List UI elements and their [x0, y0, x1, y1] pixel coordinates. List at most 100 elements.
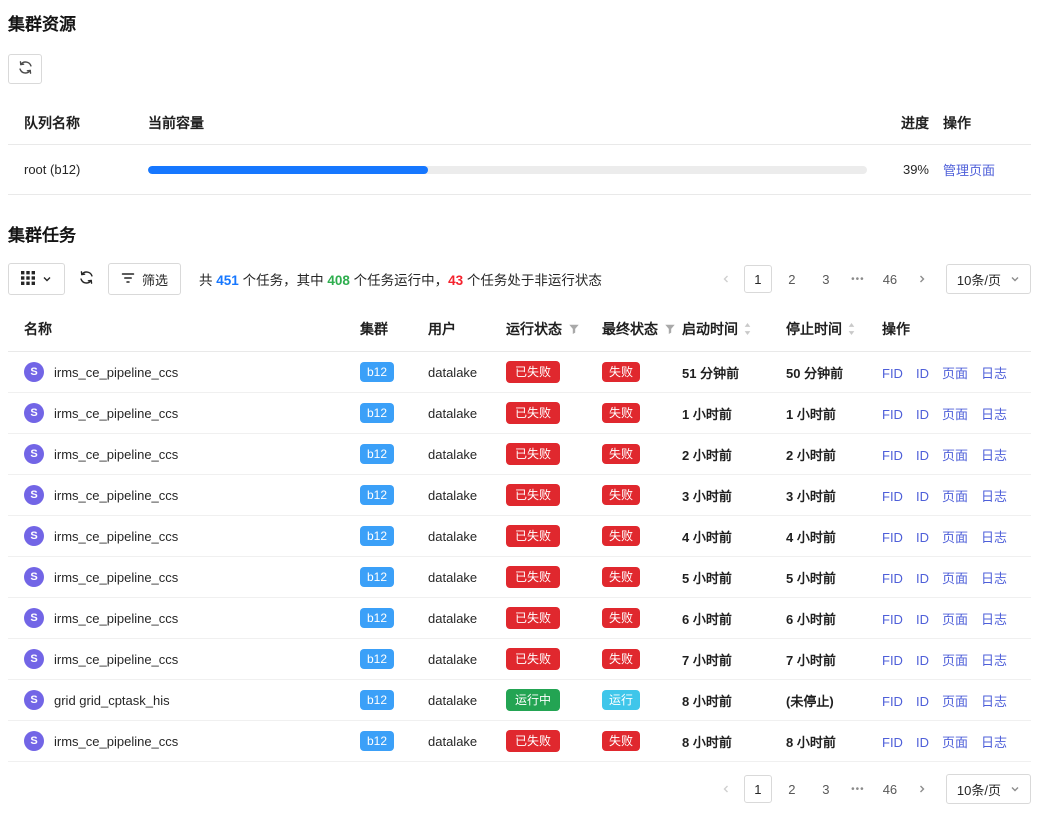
column-header-user: 用户 — [416, 307, 494, 352]
avatar: S — [24, 690, 44, 710]
user-label: datalake — [416, 598, 494, 639]
log-link[interactable]: 日志 — [981, 489, 1007, 504]
task-name: irms_ce_pipeline_ccs — [54, 652, 178, 667]
page-link[interactable]: 页面 — [942, 612, 968, 627]
user-label: datalake — [416, 557, 494, 598]
fid-link[interactable]: FID — [882, 694, 903, 709]
pagination-top: 1 2 3 ••• 46 10条/页 — [714, 264, 1031, 294]
page-link[interactable]: 页面 — [942, 448, 968, 463]
log-link[interactable]: 日志 — [981, 366, 1007, 381]
avatar: S — [24, 608, 44, 628]
page-link[interactable]: 页面 — [942, 530, 968, 545]
avatar: S — [24, 567, 44, 587]
log-link[interactable]: 日志 — [981, 571, 1007, 586]
task-name: irms_ce_pipeline_ccs — [54, 365, 178, 380]
final-status-badge: 失败 — [602, 485, 640, 505]
table-row: Sirms_ce_pipeline_ccs b12 datalake 已失败 失… — [8, 393, 1031, 434]
fid-link[interactable]: FID — [882, 571, 903, 586]
task-name: irms_ce_pipeline_ccs — [54, 447, 178, 462]
pagination-page-1[interactable]: 1 — [744, 775, 772, 803]
pagination-prev-button[interactable] — [714, 776, 738, 802]
final-status-filter-icon[interactable] — [664, 322, 676, 338]
pagination-page-3[interactable]: 3 — [812, 775, 840, 803]
fid-link[interactable]: FID — [882, 653, 903, 668]
filter-lines-icon — [121, 271, 135, 288]
chevron-down-icon — [1010, 784, 1020, 794]
log-link[interactable]: 日志 — [981, 530, 1007, 545]
start-time-sort-icon[interactable] — [743, 323, 752, 339]
cluster-badge: b12 — [360, 526, 394, 546]
summary-text: 共 — [199, 273, 216, 288]
progress-bar — [148, 166, 867, 174]
id-link[interactable]: ID — [916, 653, 929, 668]
manage-page-link[interactable]: 管理页面 — [943, 163, 995, 178]
bottom-pagination-bar: 1 2 3 ••• 46 10条/页 — [8, 774, 1031, 804]
fid-link[interactable]: FID — [882, 735, 903, 750]
page-link[interactable]: 页面 — [942, 653, 968, 668]
id-link[interactable]: ID — [916, 448, 929, 463]
fid-link[interactable]: FID — [882, 448, 903, 463]
run-status-badge: 已失败 — [506, 648, 560, 670]
pagination-page-46[interactable]: 46 — [876, 775, 904, 803]
table-row: Sirms_ce_pipeline_ccs b12 datalake 已失败 失… — [8, 434, 1031, 475]
pagination-next-button[interactable] — [910, 266, 934, 292]
id-link[interactable]: ID — [916, 530, 929, 545]
start-time: 3 小时前 — [670, 475, 774, 516]
chevron-right-icon — [917, 784, 927, 794]
pagination-ellipsis[interactable]: ••• — [846, 784, 870, 795]
pagination-page-1[interactable]: 1 — [744, 265, 772, 293]
column-header-name: 名称 — [8, 307, 348, 352]
pagination-page-46[interactable]: 46 — [876, 265, 904, 293]
log-link[interactable]: 日志 — [981, 448, 1007, 463]
fid-link[interactable]: FID — [882, 530, 903, 545]
page-size-label: 10条/页 — [957, 270, 1001, 289]
queue-name: root (b12) — [8, 145, 148, 195]
cluster-badge: b12 — [360, 485, 394, 505]
id-link[interactable]: ID — [916, 489, 929, 504]
pagination-ellipsis[interactable]: ••• — [846, 274, 870, 285]
id-link[interactable]: ID — [916, 571, 929, 586]
stop-time-sort-icon[interactable] — [847, 323, 856, 339]
page-link[interactable]: 页面 — [942, 366, 968, 381]
id-link[interactable]: ID — [916, 612, 929, 627]
pagination-page-3[interactable]: 3 — [812, 265, 840, 293]
id-link[interactable]: ID — [916, 694, 929, 709]
page-link[interactable]: 页面 — [942, 407, 968, 422]
column-header-stop-time: 停止时间 — [774, 307, 870, 352]
id-link[interactable]: ID — [916, 407, 929, 422]
page-link[interactable]: 页面 — [942, 694, 968, 709]
pagination-page-2[interactable]: 2 — [778, 775, 806, 803]
log-link[interactable]: 日志 — [981, 612, 1007, 627]
filter-button[interactable]: 筛选 — [108, 263, 181, 295]
log-link[interactable]: 日志 — [981, 407, 1007, 422]
run-status-badge: 已失败 — [506, 361, 560, 383]
cluster-badge: b12 — [360, 690, 394, 710]
running-count: 408 — [327, 273, 350, 288]
log-link[interactable]: 日志 — [981, 694, 1007, 709]
final-status-badge: 失败 — [602, 731, 640, 751]
resources-refresh-button[interactable] — [8, 54, 42, 84]
table-row: Sirms_ce_pipeline_ccs b12 datalake 已失败 失… — [8, 557, 1031, 598]
tasks-refresh-button[interactable] — [75, 263, 98, 295]
avatar: S — [24, 649, 44, 669]
run-status-filter-icon[interactable] — [568, 322, 580, 338]
fid-link[interactable]: FID — [882, 489, 903, 504]
page-size-select[interactable]: 10条/页 — [946, 774, 1031, 804]
column-header-label: 最终状态 — [602, 321, 658, 337]
log-link[interactable]: 日志 — [981, 653, 1007, 668]
pagination-next-button[interactable] — [910, 776, 934, 802]
fid-link[interactable]: FID — [882, 612, 903, 627]
page-link[interactable]: 页面 — [942, 571, 968, 586]
id-link[interactable]: ID — [916, 366, 929, 381]
page-size-select[interactable]: 10条/页 — [946, 264, 1031, 294]
pagination-prev-button[interactable] — [714, 266, 738, 292]
fid-link[interactable]: FID — [882, 407, 903, 422]
page-link[interactable]: 页面 — [942, 735, 968, 750]
pagination-page-2[interactable]: 2 — [778, 265, 806, 293]
page-link[interactable]: 页面 — [942, 489, 968, 504]
stop-time: 4 小时前 — [774, 516, 870, 557]
fid-link[interactable]: FID — [882, 366, 903, 381]
id-link[interactable]: ID — [916, 735, 929, 750]
view-layout-dropdown-button[interactable] — [8, 263, 65, 295]
log-link[interactable]: 日志 — [981, 735, 1007, 750]
